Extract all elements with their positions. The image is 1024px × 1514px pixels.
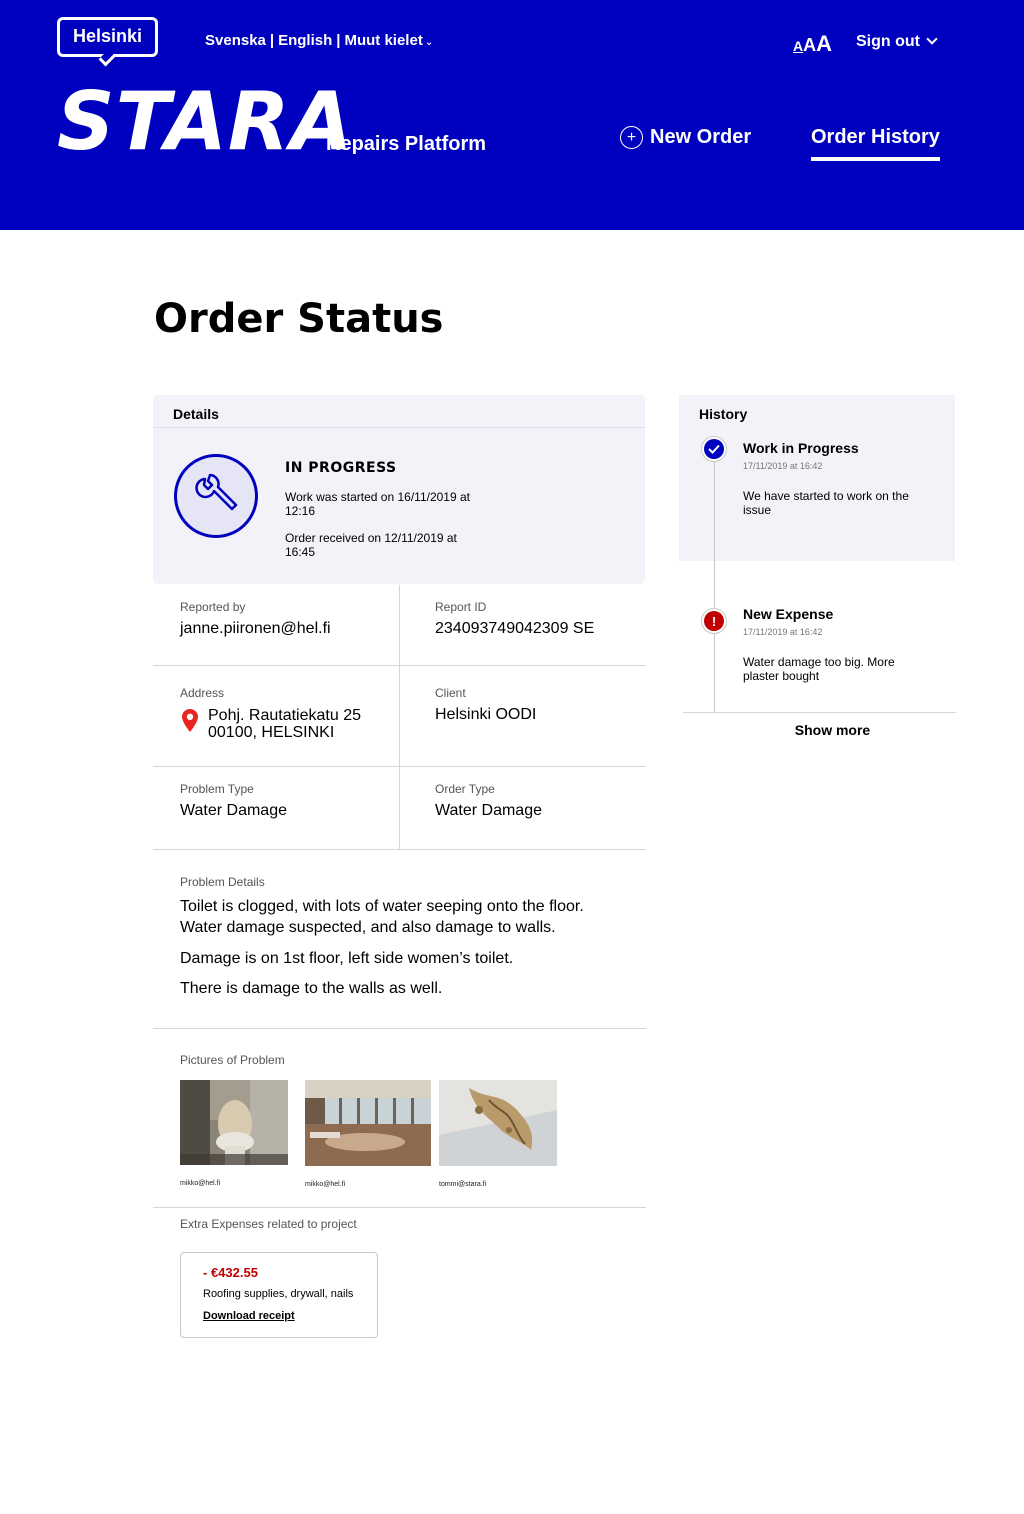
status-panel: IN PROGRESS Work was started on 16/11/20…	[153, 428, 645, 584]
history-item-title: New Expense	[743, 606, 834, 622]
column-divider	[399, 585, 400, 849]
sign-out-button[interactable]: Sign out	[856, 33, 938, 51]
toilet-photo	[180, 1080, 288, 1165]
problem-details-text: Toilet is clogged, with lots of water se…	[180, 896, 620, 1009]
address-label: Address	[180, 686, 225, 700]
expense-card: - €432.55 Roofing supplies, drywall, nai…	[180, 1252, 378, 1338]
row-divider	[153, 665, 646, 666]
nav-new-order[interactable]: + New Order	[620, 126, 751, 149]
pictures-field: Pictures of Problem	[180, 1053, 285, 1067]
lang-more[interactable]: Muut kielet	[344, 32, 422, 49]
history-divider	[683, 712, 956, 713]
report-id-label: Report ID	[435, 600, 487, 614]
row-divider	[153, 1207, 646, 1208]
nav-order-history[interactable]: Order History	[811, 126, 940, 161]
problem-details-field: Problem Details	[180, 875, 265, 889]
problem-paragraph: Toilet is clogged, with lots of water se…	[180, 898, 584, 936]
history-item: New Expense 17/11/2019 at 16:42 Water da…	[743, 606, 933, 683]
address-value: Pohj. Rautatiekatu 25 00100, HELSINKI	[208, 707, 361, 741]
picture-caption: mikko@hel.fi	[305, 1181, 346, 1188]
nav-order-history-label: Order History	[811, 126, 940, 148]
pictures-label: Pictures of Problem	[180, 1053, 285, 1067]
problem-details-label: Problem Details	[180, 875, 265, 889]
reported-by-label: Reported by	[180, 600, 246, 614]
nav-new-order-label: New Order	[650, 126, 752, 148]
download-receipt-link[interactable]: Download receipt	[203, 1310, 377, 1322]
history-heading: History	[699, 406, 748, 422]
reported-by-value: janne.piironen@hel.fi	[180, 620, 331, 637]
lang-separator: |	[336, 32, 341, 49]
expenses-label: Extra Expenses related to project	[180, 1217, 357, 1231]
reported-by-field: Reported by janne.piironen@hel.fi	[180, 600, 331, 638]
order-type-field: Order Type Water Damage	[435, 782, 542, 820]
exclamation-icon: !	[701, 608, 727, 634]
work-started-text: Work was started on 16/11/2019 at 12:16	[285, 490, 470, 518]
order-type-value: Water Damage	[435, 802, 542, 819]
show-more-button[interactable]: Show more	[683, 722, 982, 738]
lang-english[interactable]: English	[278, 32, 332, 49]
lang-separator: |	[269, 32, 275, 49]
helsinki-logo[interactable]: Helsinki	[57, 17, 158, 67]
font-size-medium[interactable]: A	[803, 35, 816, 55]
history-item-date: 17/11/2019 at 16:42	[743, 461, 823, 471]
location-pin-icon	[182, 709, 198, 732]
row-divider	[153, 1028, 646, 1029]
stara-brand: STARA	[57, 75, 354, 168]
problem-picture[interactable]: mikko@hel.fi	[180, 1080, 288, 1187]
expenses-field: Extra Expenses related to project	[180, 1217, 357, 1231]
logo-text: Helsinki	[72, 26, 143, 46]
exclamation-icon-fill: !	[704, 611, 724, 631]
wrench-icon	[174, 454, 258, 538]
page-title: Order Status	[154, 296, 444, 342]
expense-description: Roofing supplies, drywall, nails	[203, 1288, 354, 1300]
active-nav-underline	[811, 157, 940, 161]
font-size-control[interactable]: AAA	[793, 31, 832, 57]
row-divider	[153, 849, 646, 850]
chevron-down-icon	[926, 33, 938, 45]
details-heading: Details	[153, 395, 645, 428]
lang-svenska[interactable]: Svenska	[205, 32, 266, 49]
problem-type-value: Water Damage	[180, 802, 287, 819]
picture-caption: tommi@stara.fi	[439, 1181, 487, 1188]
history-item-message: We have started to work on the issue	[743, 489, 909, 517]
check-icon	[701, 436, 727, 462]
client-value: Helsinki OODI	[435, 706, 537, 723]
timeline-line	[714, 462, 715, 712]
picture-caption: mikko@hel.fi	[180, 1180, 221, 1187]
history-item-date: 17/11/2019 at 16:42	[743, 627, 823, 637]
problem-type-field: Problem Type Water Damage	[180, 782, 287, 820]
platform-subtitle: Repairs Platform	[326, 133, 487, 155]
font-size-small[interactable]: A	[793, 38, 803, 54]
problem-picture[interactable]: tommi@stara.fi	[439, 1080, 557, 1188]
problem-picture[interactable]: mikko@hel.fi	[305, 1080, 431, 1188]
problem-paragraph: Damage is on 1st floor, left side women’…	[180, 950, 514, 967]
problem-paragraph: There is damage to the walls as well.	[180, 980, 443, 997]
history-item-message: Water damage too big. More plaster bough…	[743, 655, 895, 683]
header-wave	[0, 195, 1024, 225]
damaged-wall-photo	[439, 1080, 557, 1166]
row-divider	[153, 766, 646, 767]
report-id-value: 234093749042309 SE	[435, 620, 595, 637]
sign-out-label: Sign out	[856, 33, 920, 50]
address-field: Address	[180, 686, 224, 700]
order-received-text: Order received on 12/11/2019 at 16:45	[285, 531, 457, 559]
history-item-title: Work in Progress	[743, 440, 859, 456]
chevron-down-icon[interactable]: ⌄	[425, 37, 433, 48]
report-id-field: Report ID 234093749042309 SE	[435, 600, 594, 638]
expense-amount: - €432.55	[203, 1265, 258, 1280]
client-field: Client Helsinki OODI	[435, 686, 536, 724]
language-selector: Svenska | English | Muut kielet ⌄	[205, 32, 433, 49]
order-type-label: Order Type	[435, 782, 495, 796]
plus-circle-icon: +	[620, 126, 643, 149]
address-line1: Pohj. Rautatiekatu 25	[208, 707, 361, 724]
history-item: Work in Progress 17/11/2019 at 16:42 We …	[743, 440, 933, 517]
client-label: Client	[435, 686, 466, 700]
font-size-large[interactable]: A	[816, 31, 832, 56]
flooded-room-photo	[305, 1080, 431, 1166]
address-line2: 00100, HELSINKI	[208, 724, 335, 741]
check-icon-fill	[704, 439, 724, 459]
status-title: IN PROGRESS	[285, 460, 397, 476]
problem-type-label: Problem Type	[180, 782, 254, 796]
